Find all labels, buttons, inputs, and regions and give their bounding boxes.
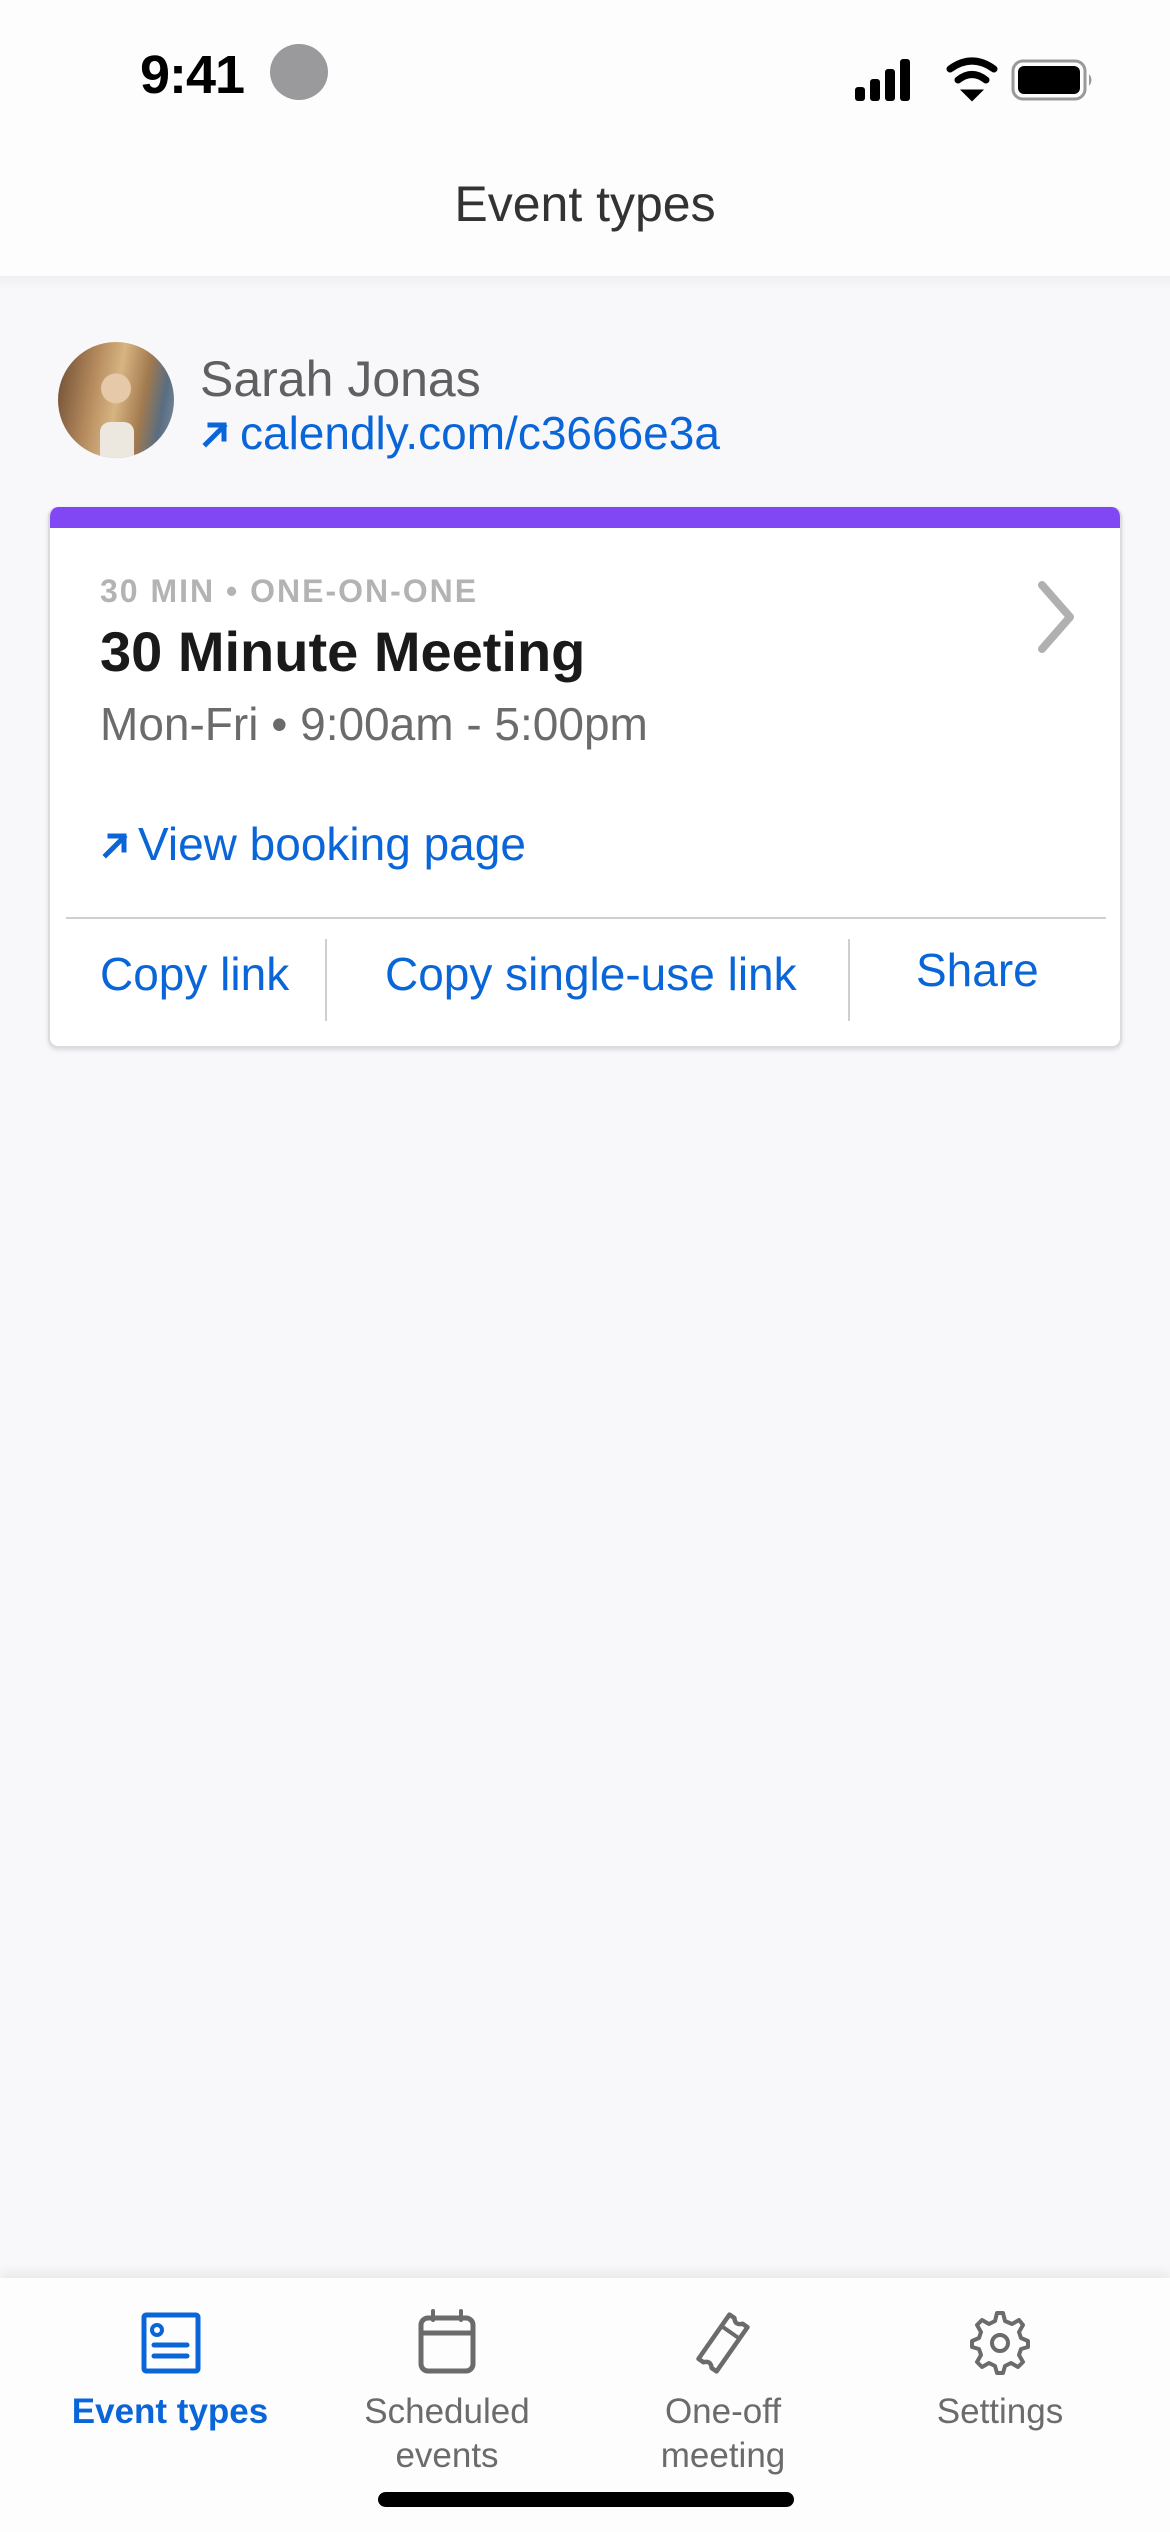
external-arrow-icon: [102, 833, 128, 859]
event-types-icon: [141, 2312, 201, 2374]
tab-settings[interactable]: Settings: [860, 2278, 1140, 2508]
status-time: 9:41: [140, 45, 245, 105]
chevron-right-icon[interactable]: [1030, 577, 1090, 657]
action-separator: [325, 939, 327, 1021]
tab-label: One-off meeting: [660, 2392, 786, 2475]
share-button[interactable]: Share: [916, 943, 1039, 997]
profile-link-text: calendly.com/c3666e3a: [240, 407, 720, 459]
view-booking-label: View booking page: [138, 818, 526, 870]
battery-icon: [1011, 59, 1092, 101]
tab-label: Scheduled events: [364, 2392, 530, 2475]
event-hours: Mon-Fri • 9:00am - 5:00pm: [100, 698, 648, 750]
copy-single-use-link-button[interactable]: Copy single-use link: [385, 947, 797, 1001]
header-divider: [0, 276, 1170, 290]
card-accent-bar: [50, 507, 1120, 528]
copy-link-button[interactable]: Copy link: [100, 947, 289, 1001]
page-title: Event types: [454, 176, 716, 232]
wifi-icon: [946, 57, 998, 102]
gear-icon: [970, 2311, 1030, 2375]
profile-section: Sarah Jonas calendly.com/c3666e3a: [58, 342, 1058, 462]
action-separator: [848, 939, 850, 1021]
profile-name: Sarah Jonas: [200, 351, 481, 407]
calendar-icon: [418, 2309, 476, 2374]
tab-one-off-meeting[interactable]: One-off meeting: [583, 2278, 863, 2508]
card-divider: [66, 917, 1106, 919]
home-indicator: [378, 2492, 794, 2507]
view-booking-page-link[interactable]: View booking page: [100, 817, 526, 871]
profile-link[interactable]: calendly.com/c3666e3a: [200, 406, 720, 460]
card-actions: Copy link Copy single-use link Share: [50, 939, 1120, 1023]
external-arrow-icon: [202, 422, 228, 448]
ticket-icon: [696, 2312, 750, 2374]
event-title: 30 Minute Meeting: [100, 620, 586, 683]
signal-icon: [855, 59, 910, 101]
recording-indicator-icon: [270, 44, 328, 100]
tab-event-types[interactable]: Event types: [30, 2278, 310, 2508]
tab-label: Event types: [71, 2392, 269, 2431]
event-tag: 30 MIN • ONE-ON-ONE: [100, 573, 479, 609]
tab-scheduled-events[interactable]: Scheduled events: [307, 2278, 587, 2508]
top-header: 9:41 Event types: [0, 0, 1170, 276]
event-type-card[interactable]: 30 MIN • ONE-ON-ONE 30 Minute Meeting Mo…: [48, 507, 1122, 1048]
avatar[interactable]: [58, 342, 174, 458]
tab-label: Settings: [936, 2392, 1064, 2431]
status-icons: [855, 57, 1092, 102]
